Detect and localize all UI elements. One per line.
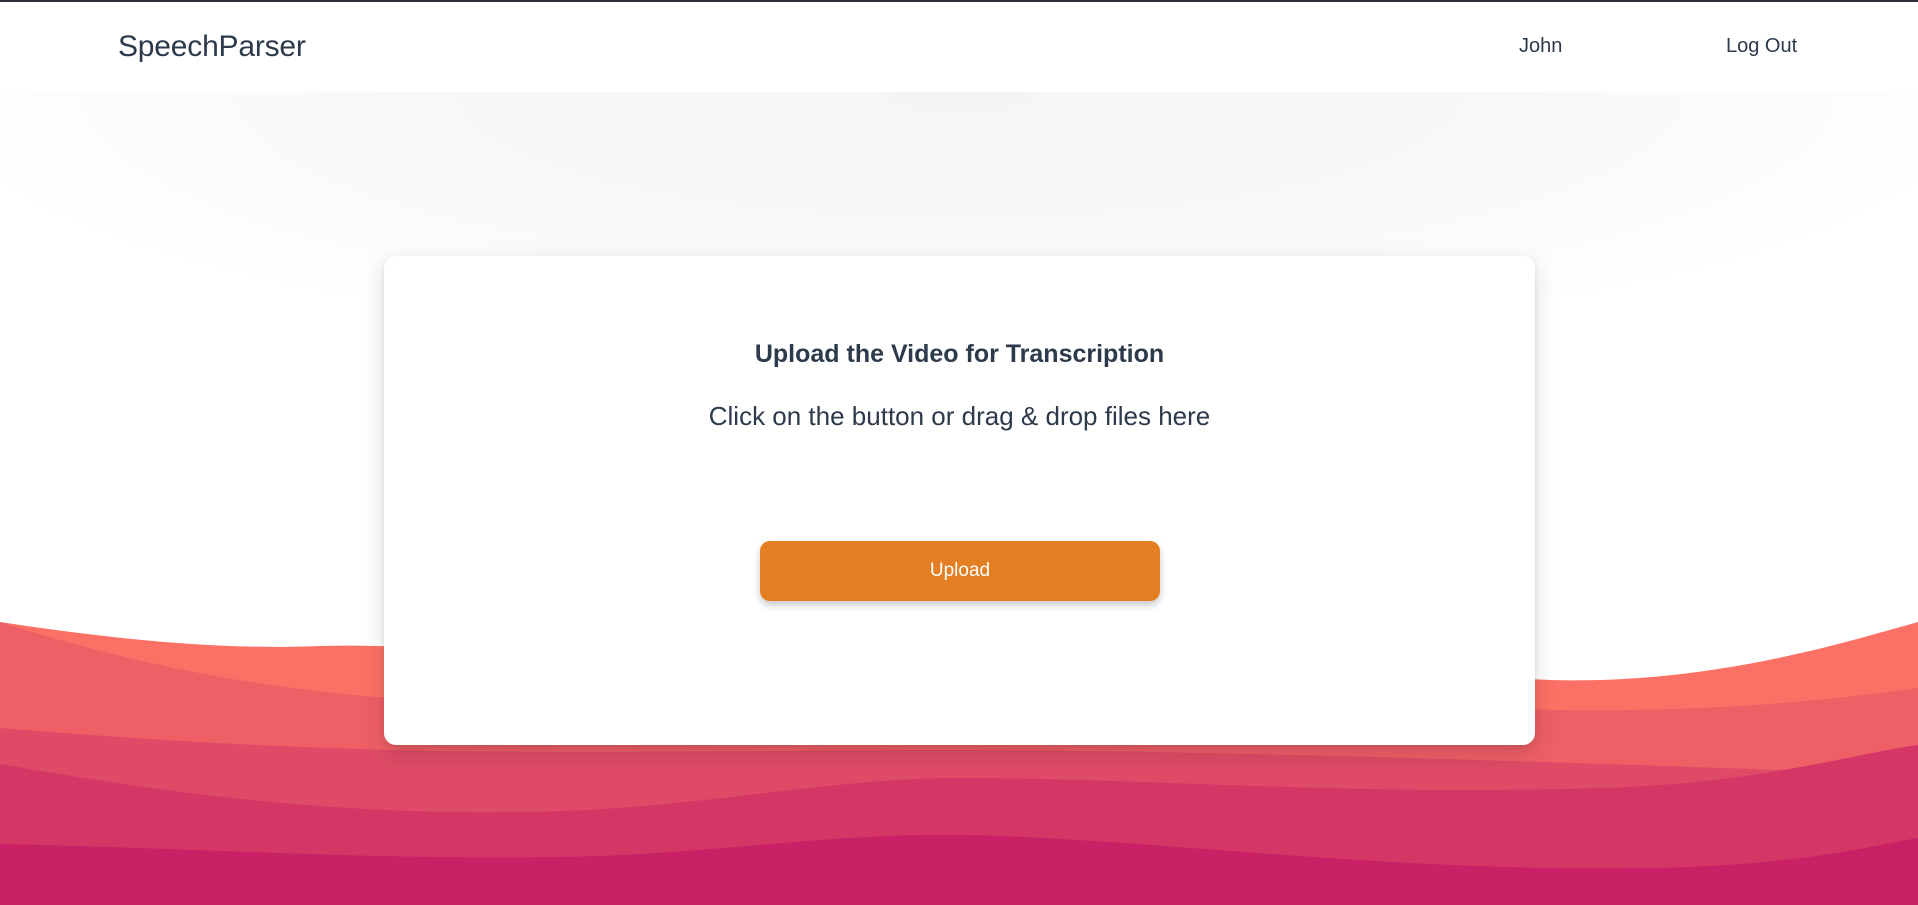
navbar: SpeechParser John Log Out (0, 2, 1918, 92)
brand-logo[interactable]: SpeechParser (118, 30, 306, 64)
upload-card[interactable]: Upload the Video for Transcription Click… (384, 256, 1535, 745)
upload-button[interactable]: Upload (760, 541, 1160, 601)
logout-link[interactable]: Log Out (1726, 35, 1797, 58)
upload-title: Upload the Video for Transcription (754, 340, 1165, 368)
user-link[interactable]: John (1519, 35, 1562, 58)
upload-subtitle: Click on the button or drag & drop files… (708, 401, 1211, 431)
